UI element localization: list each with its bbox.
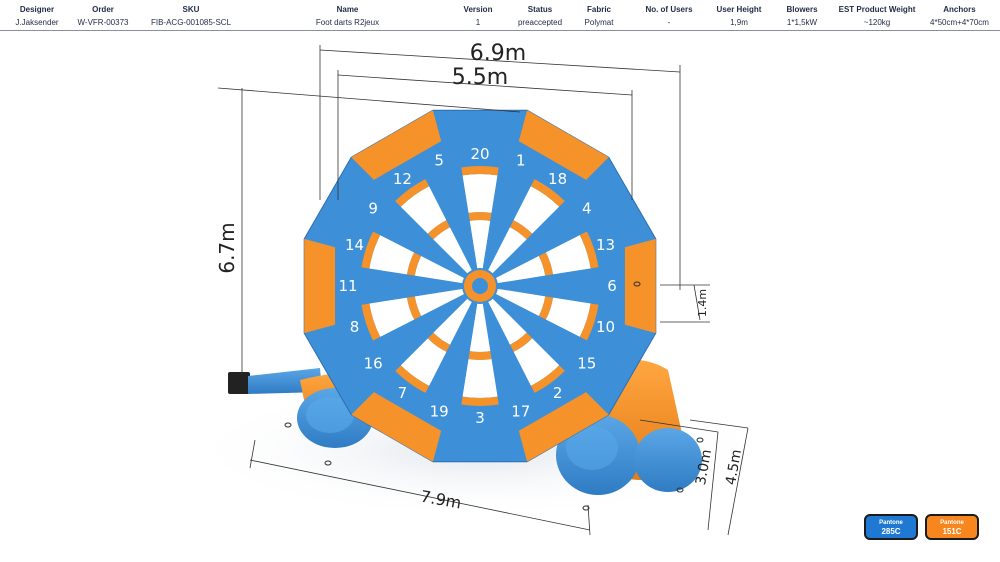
board-number: 1 xyxy=(516,152,526,170)
dim-total-width: 6.9m xyxy=(470,41,526,66)
swatch-151c-label: Pantone xyxy=(940,520,964,526)
board-number: 20 xyxy=(470,145,489,163)
board-number: 16 xyxy=(364,355,383,373)
dim-board-width: 5.5m xyxy=(452,65,508,90)
dim-side-height: 1.4m xyxy=(696,289,709,317)
frame-panel-orange xyxy=(304,238,336,334)
board-number: 4 xyxy=(582,199,592,217)
board-number: 6 xyxy=(607,277,617,295)
board-ring-double xyxy=(590,267,600,305)
board-ring-treble xyxy=(406,274,415,298)
board-number: 9 xyxy=(368,199,378,217)
board-ring-treble xyxy=(545,274,554,298)
board-number: 17 xyxy=(511,403,530,421)
board-number: 19 xyxy=(430,403,449,421)
bullseye-inner xyxy=(472,278,488,294)
board-number: 11 xyxy=(338,277,357,295)
board-number: 13 xyxy=(596,236,615,254)
swatch-285c: Pantone 285C xyxy=(864,514,918,540)
board-number: 5 xyxy=(434,152,444,170)
product-render: 20 1 18 4 13 6 10 15 2 17 3 19 7 16 8 11 14 9 12 5 6.9m 5.5… xyxy=(180,41,780,536)
board-number: 2 xyxy=(553,384,563,402)
swatch-285c-value: 285C xyxy=(881,527,901,536)
dim-height: 6.7m xyxy=(215,222,239,273)
board-number: 8 xyxy=(350,318,360,336)
board-ring-double xyxy=(360,267,370,305)
swatch-151c-value: 151C xyxy=(942,527,962,536)
board-number: 7 xyxy=(398,384,408,402)
board-number: 12 xyxy=(393,170,412,188)
board-sector-outer xyxy=(462,174,498,213)
board-number: 10 xyxy=(596,318,615,336)
swatch-285c-label: Pantone xyxy=(879,520,903,526)
board-ring-treble xyxy=(468,212,492,221)
swatch-151c: Pantone 151C xyxy=(925,514,979,540)
board-number: 18 xyxy=(548,170,567,188)
board-sector-outer xyxy=(553,268,592,304)
board-ring-treble xyxy=(468,351,492,360)
board-sector-outer xyxy=(462,359,498,399)
board-sector-outer xyxy=(368,268,407,304)
dartboard: 20 1 18 4 13 6 10 15 2 17 3 19 7 16 8 11 14 9 12 5 xyxy=(303,109,657,463)
board-number: 3 xyxy=(475,409,485,427)
board-ring-double xyxy=(461,396,499,407)
board-ring-double xyxy=(461,166,499,176)
board-number: 14 xyxy=(345,236,364,254)
board-number: 15 xyxy=(577,355,596,373)
frame-panel-orange xyxy=(624,238,656,334)
